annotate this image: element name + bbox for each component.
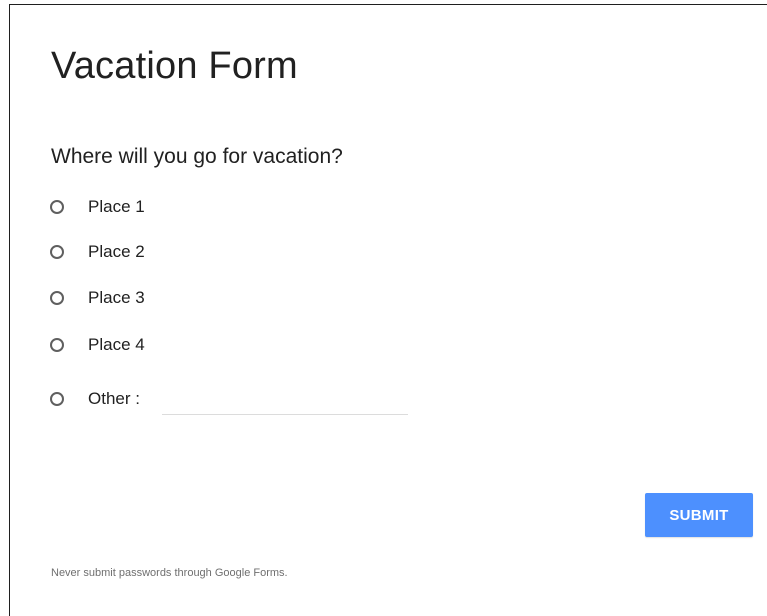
- option-label: Place 4: [88, 335, 145, 354]
- submit-button[interactable]: SUBMIT: [645, 493, 753, 537]
- other-text-input[interactable]: [162, 388, 408, 415]
- option-label: Place 2: [88, 242, 145, 261]
- option-label: Other :: [88, 389, 140, 408]
- radio-button[interactable]: [50, 392, 64, 406]
- radio-button[interactable]: [50, 245, 64, 259]
- option-label: Place 3: [88, 288, 145, 307]
- option-place-1[interactable]: Place 1: [50, 195, 145, 219]
- question-text: Where will you go for vacation?: [51, 145, 343, 168]
- radio-button[interactable]: [50, 291, 64, 305]
- option-place-2[interactable]: Place 2: [50, 240, 145, 264]
- option-other[interactable]: Other :: [50, 387, 140, 411]
- radio-button[interactable]: [50, 338, 64, 352]
- option-label: Place 1: [88, 197, 145, 216]
- option-place-3[interactable]: Place 3: [50, 286, 145, 310]
- footer-note: Never submit passwords through Google Fo…: [51, 567, 288, 579]
- option-place-4[interactable]: Place 4: [50, 333, 145, 357]
- radio-button[interactable]: [50, 200, 64, 214]
- form-card: Vacation Form Where will you go for vaca…: [9, 4, 767, 616]
- form-title: Vacation Form: [51, 45, 298, 87]
